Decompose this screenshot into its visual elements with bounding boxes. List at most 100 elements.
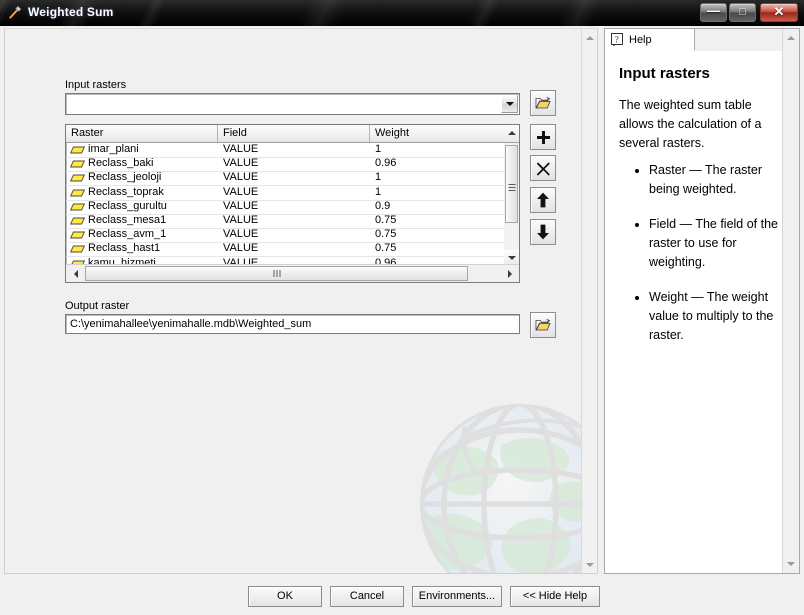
help-question-icon: ?: [611, 33, 623, 46]
environments-button[interactable]: Environments...: [412, 586, 502, 607]
cell-field[interactable]: VALUE: [223, 214, 258, 228]
column-header-field[interactable]: Field: [218, 125, 370, 142]
help-panel: ? Help Input rasters The weighted sum ta…: [604, 28, 800, 574]
open-folder-button[interactable]: [530, 90, 556, 116]
cell-field[interactable]: VALUE: [223, 200, 258, 214]
cell-weight[interactable]: 1: [375, 186, 381, 200]
minimize-button[interactable]: —: [700, 3, 727, 22]
help-scroll-down-icon[interactable]: [783, 556, 799, 571]
help-bullet-list: Raster — The raster being weighted. Field…: [635, 161, 783, 361]
help-tab-label: Help: [629, 33, 652, 46]
scroll-left-arrow-icon[interactable]: [68, 266, 83, 281]
cell-field[interactable]: VALUE: [223, 143, 258, 157]
cell-weight[interactable]: 0.75: [375, 214, 396, 228]
dialog-client-area: Input rasters Raster Field Weight imar_p…: [0, 26, 804, 615]
column-header-weight[interactable]: Weight: [370, 125, 505, 142]
minimize-icon: —: [707, 3, 720, 18]
cell-raster[interactable]: Reclass_toprak: [88, 186, 164, 200]
help-title: Input rasters: [619, 65, 710, 82]
table-row[interactable]: Reclass_hast1 VALUE 0.75: [66, 242, 504, 258]
cell-raster[interactable]: Reclass_gurultu: [88, 200, 167, 214]
help-scrollbar[interactable]: [782, 29, 799, 573]
cell-field[interactable]: VALUE: [223, 157, 258, 171]
cell-field[interactable]: VALUE: [223, 242, 258, 256]
table-row[interactable]: Reclass_jeoloji VALUE 1: [66, 171, 504, 187]
table-row[interactable]: Reclass_avm_1 VALUE 0.75: [66, 228, 504, 244]
help-bullet: Weight — The weight value to multiply to…: [649, 288, 783, 345]
cell-weight[interactable]: 0.9: [375, 200, 390, 214]
ok-button[interactable]: OK: [248, 586, 322, 607]
parameters-scrollbar[interactable]: [581, 29, 597, 573]
raster-layer-icon: [70, 146, 85, 154]
cell-raster[interactable]: Reclass_baki: [88, 157, 153, 171]
x-icon: [536, 161, 550, 176]
arrow-up-icon: [537, 192, 549, 208]
hide-help-button[interactable]: << Hide Help: [510, 586, 600, 607]
weighted-sum-dialog: Weighted Sum — □ ✕ Input rasters Raster …: [0, 0, 804, 615]
raster-layer-icon: [70, 217, 85, 225]
parameters-panel: Input rasters Raster Field Weight imar_p…: [4, 28, 598, 574]
table-vertical-scrollbar[interactable]: [504, 125, 519, 265]
raster-layer-icon: [70, 174, 85, 182]
arrow-down-icon: [537, 224, 549, 240]
panel-scroll-down-icon[interactable]: [582, 557, 597, 572]
help-bullet: Raster — The raster being weighted.: [649, 161, 783, 199]
cell-weight[interactable]: 0.96: [375, 157, 396, 171]
maximize-icon: □: [739, 6, 746, 18]
table-row[interactable]: Reclass_baki VALUE 0.96: [66, 157, 504, 173]
folder-open-icon: [535, 319, 551, 331]
move-up-button[interactable]: [530, 187, 556, 213]
input-rasters-combo[interactable]: [65, 93, 520, 115]
output-raster-input[interactable]: C:\yenimahallee\yenimahalle.mdb\Weighted…: [65, 314, 520, 334]
window-title: Weighted Sum: [28, 5, 114, 19]
window-title-bar[interactable]: Weighted Sum — □ ✕: [0, 0, 804, 26]
scroll-right-arrow-icon[interactable]: [502, 266, 517, 281]
table-row[interactable]: Reclass_gurultu VALUE 0.9: [66, 200, 504, 215]
help-content: Input rasters The weighted sum table all…: [605, 51, 783, 573]
plus-icon: [536, 130, 550, 144]
tab-help[interactable]: ? Help: [605, 29, 695, 51]
globe-watermark: [420, 404, 583, 573]
move-down-button[interactable]: [530, 219, 556, 245]
table-header-row: Raster Field Weight: [66, 125, 519, 143]
svg-text:?: ?: [615, 34, 619, 44]
browse-output-button[interactable]: [530, 312, 556, 338]
scroll-down-arrow-icon[interactable]: [504, 250, 519, 265]
cell-weight[interactable]: 0.75: [375, 228, 396, 242]
cell-field[interactable]: VALUE: [223, 186, 258, 200]
table-horizontal-scrollbar[interactable]: [66, 264, 519, 282]
scroll-up-arrow-icon[interactable]: [504, 125, 519, 140]
maximize-button[interactable]: □: [729, 3, 756, 22]
help-paragraph: The weighted sum table allows the calcul…: [619, 98, 762, 150]
table-scroll-thumb[interactable]: [505, 145, 518, 223]
help-scroll-up-icon[interactable]: [783, 30, 799, 45]
table-row[interactable]: imar_plani VALUE 1: [66, 143, 504, 158]
table-row[interactable]: Reclass_toprak VALUE 1: [66, 186, 504, 201]
remove-row-button[interactable]: [530, 155, 556, 181]
panel-scroll-up-icon[interactable]: [582, 30, 597, 45]
cell-raster[interactable]: imar_plani: [88, 143, 139, 157]
table-hscroll-thumb[interactable]: [85, 266, 468, 281]
cell-weight[interactable]: 0.75: [375, 242, 396, 256]
cell-weight[interactable]: 1: [375, 143, 381, 157]
add-row-button[interactable]: [530, 124, 556, 150]
table-row[interactable]: Reclass_mesa1 VALUE 0.75: [66, 214, 504, 229]
cancel-button[interactable]: Cancel: [330, 586, 404, 607]
cell-raster[interactable]: Reclass_mesa1: [88, 214, 166, 228]
chevron-down-icon[interactable]: [501, 95, 518, 113]
cell-raster[interactable]: Reclass_hast1: [88, 242, 160, 256]
column-header-raster[interactable]: Raster: [66, 125, 218, 142]
weighted-sum-table[interactable]: Raster Field Weight imar_plani VALUE 1 Recl…: [65, 124, 520, 283]
table-body[interactable]: imar_plani VALUE 1 Reclass_baki VALUE 0.96 Rec…: [66, 143, 504, 265]
cell-raster[interactable]: Reclass_jeoloji: [88, 171, 161, 185]
output-raster-value: C:\yenimahallee\yenimahalle.mdb\Weighted…: [70, 318, 312, 330]
cell-field[interactable]: VALUE: [223, 171, 258, 185]
tool-hammer-icon: [7, 5, 23, 21]
raster-layer-icon: [70, 245, 85, 253]
cell-weight[interactable]: 1: [375, 171, 381, 185]
cell-raster[interactable]: Reclass_avm_1: [88, 228, 166, 242]
input-rasters-label: Input rasters: [65, 79, 127, 91]
close-button[interactable]: ✕: [760, 3, 798, 22]
cell-field[interactable]: VALUE: [223, 228, 258, 242]
table-scroll-track[interactable]: [504, 143, 519, 250]
